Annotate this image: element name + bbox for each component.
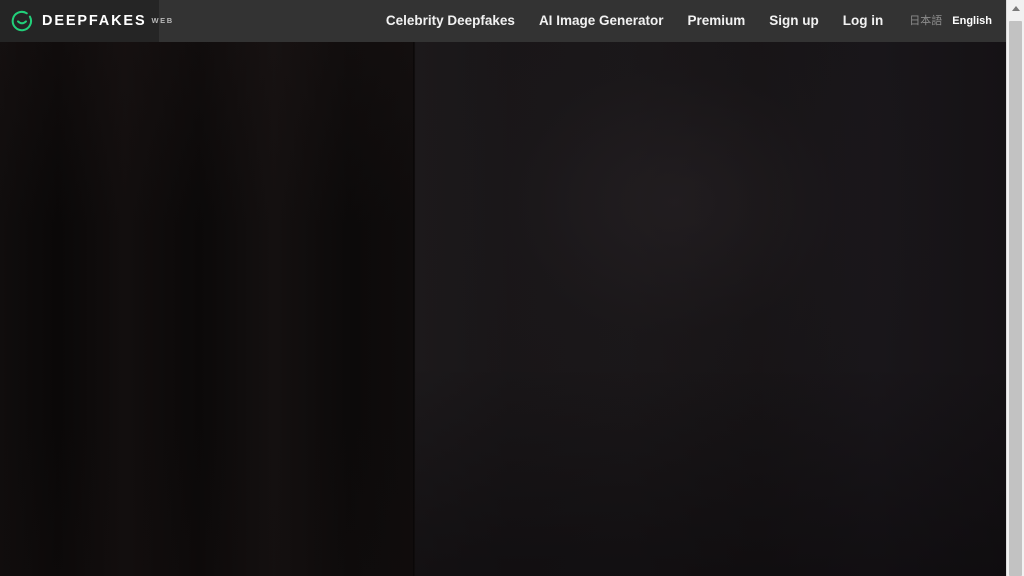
site-header: DEEPFAKES WEB Celebrity Deepfakes AI Ima… xyxy=(0,0,1006,42)
chevron-up-icon xyxy=(1011,6,1020,11)
nav-link-sign-up[interactable]: Sign up xyxy=(757,14,831,28)
hero-media-stage[interactable] xyxy=(0,42,1006,576)
main-navigation: Celebrity Deepfakes AI Image Generator P… xyxy=(374,0,992,42)
brand-suffix-text: WEB xyxy=(151,15,174,25)
hero-media-left-panel xyxy=(0,42,415,576)
page-scrollbar[interactable] xyxy=(1006,0,1024,576)
nav-link-premium[interactable]: Premium xyxy=(675,14,757,28)
brand-name-text: DEEPFAKES xyxy=(42,12,147,29)
hero-media-right-panel xyxy=(415,42,1006,576)
brand-wordmark: DEEPFAKES WEB xyxy=(42,14,174,29)
brand-logo[interactable]: DEEPFAKES WEB xyxy=(0,0,172,42)
scrollbar-thumb[interactable] xyxy=(1009,21,1022,576)
circle-smiley-icon xyxy=(11,10,33,32)
language-option-japanese[interactable]: 日本語 xyxy=(909,15,942,27)
nav-link-log-in[interactable]: Log in xyxy=(831,14,896,28)
language-option-english[interactable]: English xyxy=(952,15,992,27)
nav-link-ai-image-generator[interactable]: AI Image Generator xyxy=(527,14,676,28)
scrollbar-up-button[interactable] xyxy=(1007,0,1024,17)
nav-link-celebrity-deepfakes[interactable]: Celebrity Deepfakes xyxy=(374,14,527,28)
language-switcher: 日本語 English xyxy=(909,15,992,27)
page-viewport: DEEPFAKES WEB Celebrity Deepfakes AI Ima… xyxy=(0,0,1006,576)
browser-page: DEEPFAKES WEB Celebrity Deepfakes AI Ima… xyxy=(0,0,1024,576)
